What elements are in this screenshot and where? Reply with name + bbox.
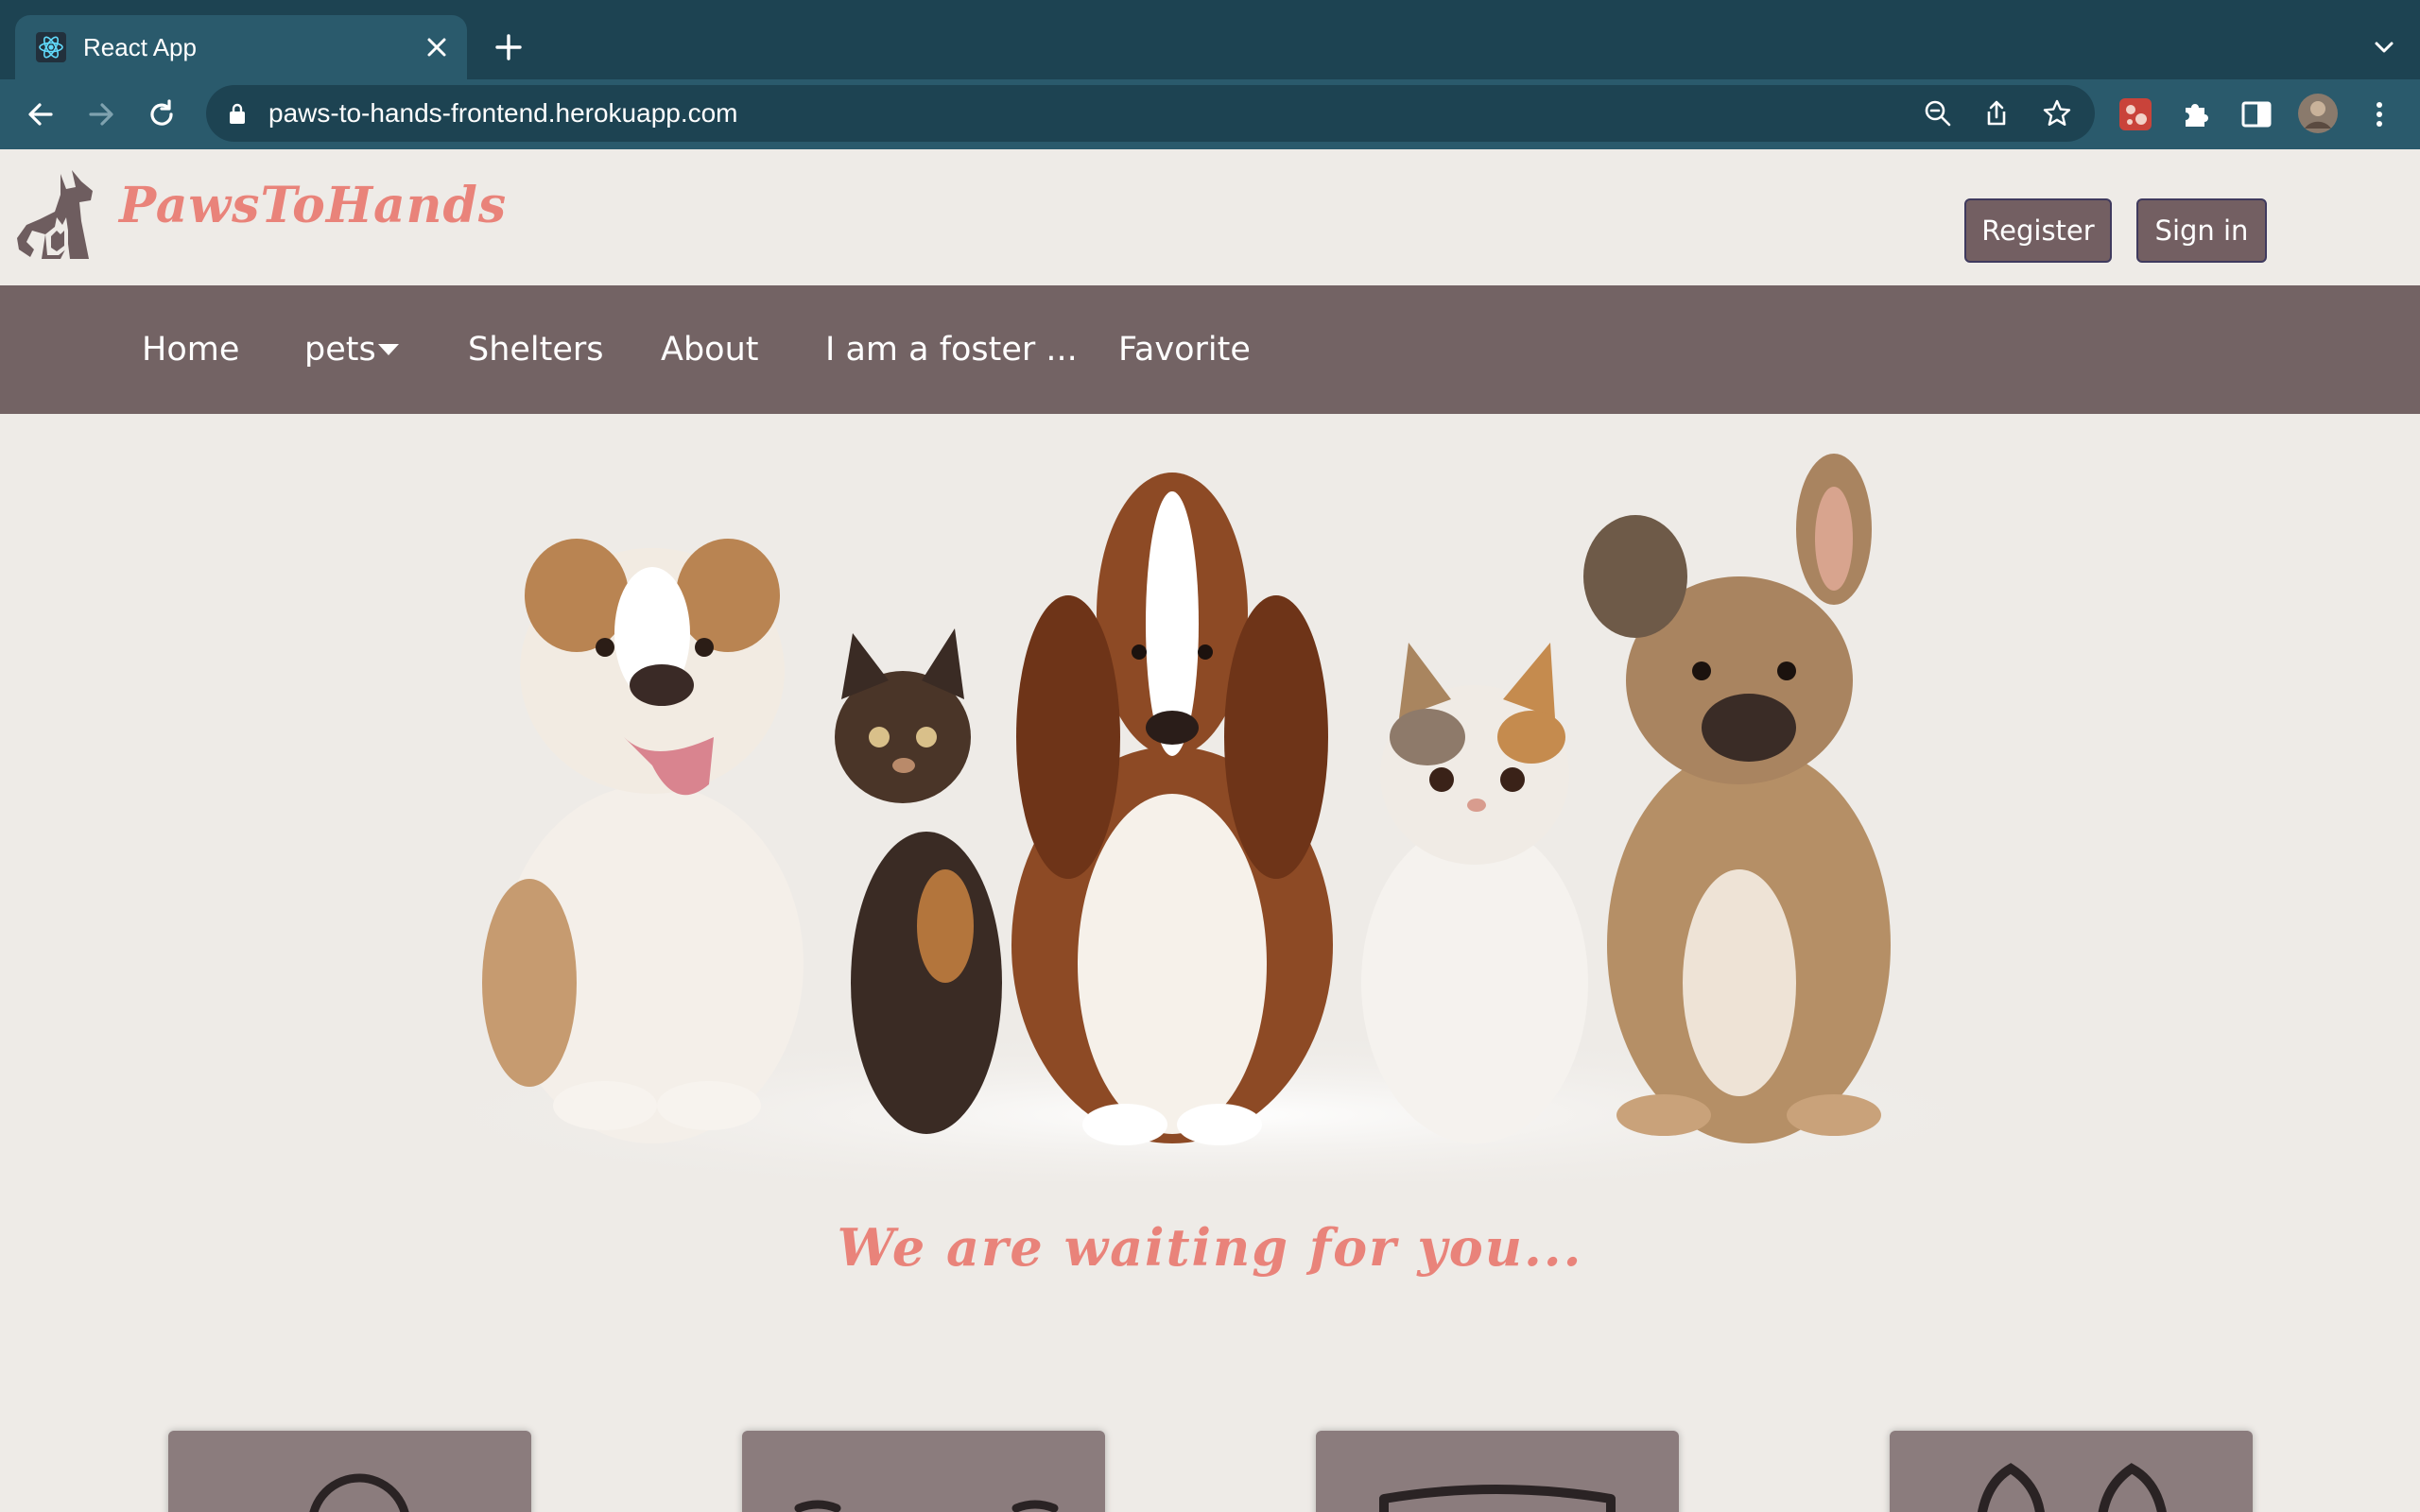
french-bulldog-figure (1583, 454, 1891, 1143)
close-icon[interactable] (424, 34, 450, 60)
register-button[interactable]: Register (1964, 198, 2112, 263)
category-card-3[interactable] (1316, 1431, 1679, 1512)
avatar[interactable] (2297, 93, 2339, 134)
bookmark-star-icon[interactable] (2042, 98, 2072, 129)
new-tab-plus-icon[interactable] (493, 32, 524, 62)
more-vert-icon[interactable] (2361, 96, 2397, 132)
zoom-icon[interactable] (1923, 98, 1953, 129)
brand-name[interactable]: PawsToHands (119, 176, 507, 236)
hero-pets-image (378, 454, 2042, 1181)
url-text[interactable]: paws-to-hands-frontend.herokuapp.com (268, 97, 738, 129)
category-card-2[interactable] (742, 1431, 1105, 1512)
category-card-1[interactable] (168, 1431, 531, 1512)
address-bar[interactable]: paws-to-hands-frontend.herokuapp.com (206, 85, 2095, 142)
caret-down-icon[interactable] (378, 344, 399, 355)
tagline: We are waiting for you... (837, 1217, 1583, 1278)
reload-icon[interactable] (144, 96, 180, 132)
browser-tab[interactable]: React App (15, 15, 467, 79)
persian-cat-figure (1361, 643, 1588, 1143)
back-arrow-icon[interactable] (23, 96, 59, 132)
bulldog-figure (482, 539, 804, 1143)
dog-cat-logo-icon[interactable] (13, 168, 102, 265)
forward-arrow-icon[interactable] (83, 96, 119, 132)
nav-foster[interactable]: I am a foster ... (825, 327, 1078, 372)
share-icon[interactable] (1981, 98, 2012, 129)
nav-shelters[interactable]: Shelters (468, 327, 604, 372)
tab-title: React App (83, 33, 197, 61)
chevron-down-icon[interactable] (2371, 34, 2397, 60)
nav-pets-dropdown[interactable]: pets (304, 327, 376, 372)
lock-icon[interactable] (227, 102, 248, 125)
basset-hound-figure (1011, 472, 1333, 1145)
react-favicon-icon (36, 32, 66, 62)
sign-in-button[interactable]: Sign in (2136, 198, 2267, 263)
category-card-4[interactable] (1890, 1431, 2253, 1512)
nav-about[interactable]: About (661, 327, 758, 372)
side-panel-icon[interactable] (2238, 96, 2274, 132)
cat-whiskers-icon (794, 1500, 1059, 1512)
dog-ears-icon (1978, 1463, 2167, 1512)
extension-red-icon[interactable] (2118, 96, 2153, 132)
round-pet-icon (309, 1473, 409, 1512)
browser-toolbar: paws-to-hands-frontend.herokuapp.com (0, 79, 2420, 229)
main-navbar: Home pets Shelters About I am a foster .… (0, 285, 2420, 414)
nav-favorite[interactable]: Favorite (1118, 327, 1251, 372)
nav-home[interactable]: Home (142, 327, 239, 372)
cat-ears-icon (1379, 1485, 1616, 1512)
nav-pets-label: pets (304, 331, 376, 369)
puzzle-icon[interactable] (2178, 96, 2214, 132)
browser-tab-bar: React App (0, 0, 2420, 79)
app-header: PawsToHands Register Sign in (0, 149, 2420, 285)
